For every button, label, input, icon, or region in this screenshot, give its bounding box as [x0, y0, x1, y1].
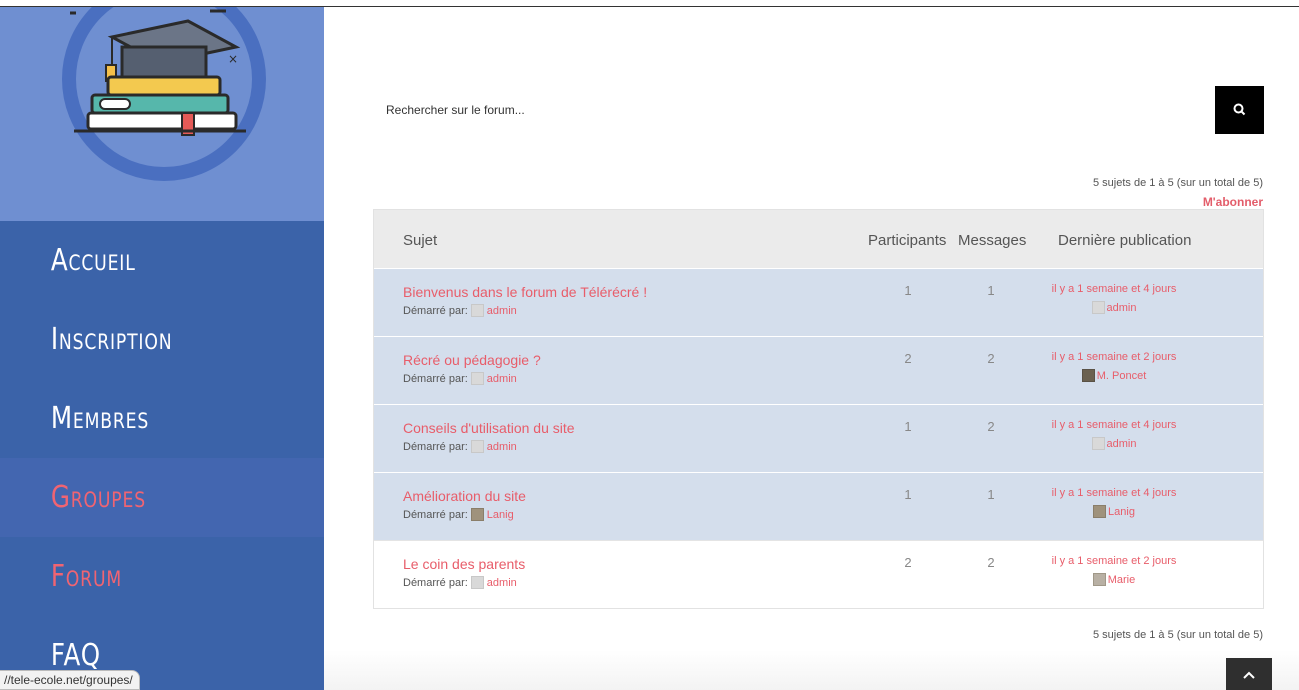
table-row: Conseils d'utilisation du site Démarré p… [374, 404, 1263, 472]
topic-started-by: Démarré par: admin [403, 440, 517, 453]
topic-link[interactable]: Amélioration du site [403, 488, 526, 504]
site-logo[interactable]: × [0, 7, 324, 221]
table-row: Bienvenus dans le forum de Télérécré ! D… [374, 268, 1263, 336]
graduation-logo-icon: × [62, 7, 266, 181]
last-post: il y a 1 semaine et 4 jours admin [1034, 283, 1194, 314]
avatar [1093, 505, 1107, 518]
messages-count: 2 [987, 555, 995, 570]
last-author: Marie [1034, 573, 1194, 586]
avatar [1091, 437, 1105, 450]
messages-count: 1 [987, 283, 995, 298]
started-by-label: Démarré par: [403, 304, 468, 317]
avatar [470, 576, 484, 589]
topic-link[interactable]: Bienvenus dans le forum de Télérécré ! [403, 284, 647, 300]
status-url-tooltip: //tele-ecole.net/groupes/ [0, 670, 140, 690]
header-topic: Sujet [403, 232, 438, 249]
messages-count: 2 [987, 351, 995, 366]
freshness-link[interactable]: il y a 1 semaine et 2 jours [1034, 351, 1194, 363]
nav-row-forum: Forum [0, 537, 324, 616]
messages-count: 2 [987, 419, 995, 434]
avatar [1091, 301, 1105, 314]
table-row: Le coin des parents Démarré par: admin 2… [374, 540, 1263, 608]
table-header: Sujet Participants Messages Dernière pub… [374, 210, 1263, 268]
last-author-link[interactable]: admin [1107, 438, 1137, 450]
forum-search [373, 86, 1264, 134]
topic-started-by: Démarré par: Lanig [403, 508, 514, 521]
avatar [1081, 369, 1095, 382]
freshness-link[interactable]: il y a 1 semaine et 2 jours [1034, 555, 1194, 567]
nav-item-accueil[interactable]: Accueil [0, 221, 324, 300]
svg-text:×: × [228, 52, 238, 66]
search-icon [1233, 103, 1246, 116]
last-author-link[interactable]: M. Poncet [1097, 370, 1147, 382]
author-link[interactable]: admin [487, 441, 517, 453]
started-by-label: Démarré par: [403, 508, 468, 521]
nav-row-membres: Membres [0, 379, 324, 458]
header-messages: Messages [958, 232, 1027, 249]
avatar [1092, 573, 1106, 586]
started-by-label: Démarré par: [403, 372, 468, 385]
author-link[interactable]: admin [487, 577, 517, 589]
author-link[interactable]: admin [487, 305, 517, 317]
topic-started-by: Démarré par: admin [403, 372, 517, 385]
author-link[interactable]: Lanig [487, 509, 514, 521]
sidebar: × Accueil Inscription Membres Groupes Fo… [0, 7, 324, 690]
nav-item-groupes[interactable]: Groupes [0, 458, 324, 537]
last-author-link[interactable]: Marie [1108, 574, 1136, 586]
started-by-label: Démarré par: [403, 576, 468, 589]
last-post: il y a 1 semaine et 4 jours admin [1034, 419, 1194, 450]
avatar [470, 372, 484, 385]
header-participants: Participants [868, 232, 947, 249]
avatar [470, 508, 484, 521]
nav-row-inscription: Inscription [0, 300, 324, 379]
chevron-up-icon [1243, 671, 1255, 679]
topic-started-by: Démarré par: admin [403, 304, 517, 317]
topic-started-by: Démarré par: admin [403, 576, 517, 589]
topic-link[interactable]: Récré ou pédagogie ? [403, 352, 541, 368]
participants-count: 1 [904, 419, 912, 434]
avatar [470, 440, 484, 453]
nav-row-accueil: Accueil [0, 221, 324, 300]
topics-table: Sujet Participants Messages Dernière pub… [373, 209, 1264, 609]
pagination-count-bottom: 5 sujets de 1 à 5 (sur un total de 5) [1093, 629, 1263, 641]
participants-count: 1 [904, 283, 912, 298]
last-author: M. Poncet [1034, 369, 1194, 382]
last-author-link[interactable]: Lanig [1108, 506, 1135, 518]
last-author: Lanig [1034, 505, 1194, 518]
topic-link[interactable]: Le coin des parents [403, 556, 525, 572]
last-post: il y a 1 semaine et 2 jours Marie [1034, 555, 1194, 586]
top-border [0, 0, 1299, 7]
nav-row-groupes: Groupes [0, 458, 324, 537]
freshness-link[interactable]: il y a 1 semaine et 4 jours [1034, 419, 1194, 431]
author-link[interactable]: admin [487, 373, 517, 385]
messages-count: 1 [987, 487, 995, 502]
last-author-link[interactable]: admin [1107, 302, 1137, 314]
participants-count: 1 [904, 487, 912, 502]
freshness-link[interactable]: il y a 1 semaine et 4 jours [1034, 283, 1194, 295]
footer-fade [324, 650, 1299, 690]
last-author: admin [1034, 301, 1194, 314]
main-nav: Accueil Inscription Membres Groupes Foru… [0, 221, 324, 690]
freshness-link[interactable]: il y a 1 semaine et 4 jours [1034, 487, 1194, 499]
last-author: admin [1034, 437, 1194, 450]
topic-link[interactable]: Conseils d'utilisation du site [403, 420, 575, 436]
nav-item-membres[interactable]: Membres [0, 379, 324, 458]
search-button[interactable] [1215, 86, 1264, 134]
last-post: il y a 1 semaine et 4 jours Lanig [1034, 487, 1194, 518]
participants-count: 2 [904, 351, 912, 366]
started-by-label: Démarré par: [403, 440, 468, 453]
avatar [470, 304, 484, 317]
nav-item-inscription[interactable]: Inscription [0, 300, 324, 379]
subscribe-link[interactable]: M'abonner [1203, 195, 1263, 209]
pagination-count-top: 5 sujets de 1 à 5 (sur un total de 5) [1093, 177, 1263, 189]
participants-count: 2 [904, 555, 912, 570]
last-post: il y a 1 semaine et 2 jours M. Poncet [1034, 351, 1194, 382]
search-input[interactable] [373, 86, 1215, 134]
nav-item-forum[interactable]: Forum [0, 537, 324, 616]
table-row: Amélioration du site Démarré par: Lanig … [374, 472, 1263, 540]
header-last-post: Dernière publication [1058, 232, 1192, 249]
table-row: Récré ou pédagogie ? Démarré par: admin … [374, 336, 1263, 404]
scroll-to-top-button[interactable] [1226, 658, 1272, 690]
